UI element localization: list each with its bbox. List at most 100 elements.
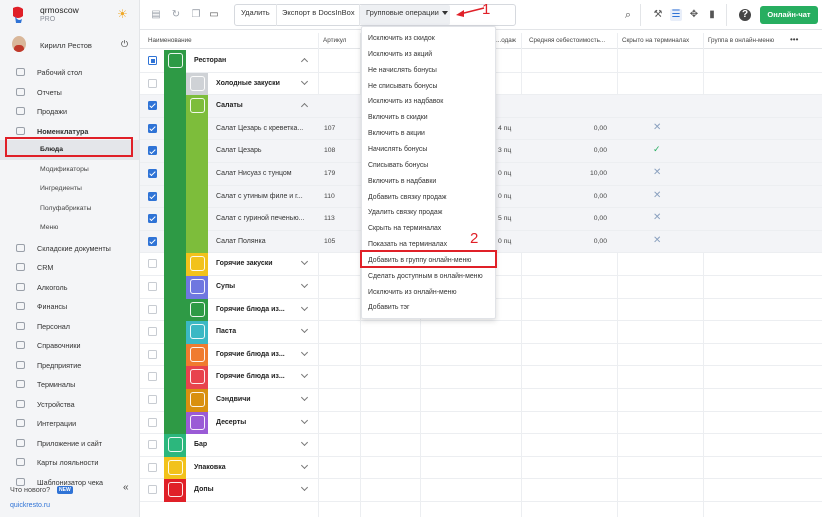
brand-block[interactable]: qrmoscow PRO ☀ xyxy=(0,0,140,30)
row-checkbox[interactable] xyxy=(148,169,157,178)
sidebar-item[interactable]: Устройства xyxy=(0,394,140,414)
chevron-up-icon[interactable] xyxy=(300,57,309,66)
col-online-group[interactable]: Группа в онлайн-меню xyxy=(708,37,774,44)
chevron-down-icon[interactable] xyxy=(300,393,309,402)
col-hidden-terminals[interactable]: Скрыто на терминалах xyxy=(622,37,689,44)
sidebar-item[interactable]: Продажи xyxy=(0,101,140,121)
menu-item[interactable]: Добавить тэг xyxy=(362,300,497,316)
menu-item[interactable]: Удалить связку продаж xyxy=(362,205,497,221)
table-row[interactable]: Десерты xyxy=(140,411,822,435)
chevron-down-icon[interactable] xyxy=(300,461,309,469)
sidebar-item[interactable]: CRM xyxy=(0,257,140,277)
row-checkbox[interactable] xyxy=(148,395,157,404)
whats-new-link[interactable]: Что нового? xyxy=(10,485,50,494)
row-checkbox[interactable] xyxy=(148,123,157,133)
chevron-down-icon[interactable] xyxy=(300,326,309,334)
menu-item[interactable]: Исключить из акций xyxy=(362,47,497,63)
move-icon[interactable]: ✥ xyxy=(688,9,700,21)
sidebar-item[interactable]: Финансы xyxy=(0,296,140,316)
chevron-down-icon[interactable] xyxy=(300,416,309,424)
menu-item[interactable]: Начислять бонусы xyxy=(362,142,497,158)
table-row[interactable]: Сэндвичи xyxy=(140,389,822,412)
refresh-icon[interactable]: ↻ xyxy=(170,9,182,21)
table-row[interactable]: Горячие блюда из... xyxy=(140,366,822,389)
menu-item[interactable]: Не начислять бонусы xyxy=(362,63,497,79)
row-checkbox[interactable] xyxy=(148,191,157,201)
row-checkbox[interactable] xyxy=(148,56,157,65)
sidebar-item[interactable]: Рабочий стол xyxy=(0,62,140,82)
chevron-down-icon[interactable] xyxy=(300,348,309,356)
table-row[interactable]: Горячие блюда из... xyxy=(140,343,822,367)
table-row[interactable]: Бар xyxy=(140,434,822,457)
row-checkbox[interactable] xyxy=(148,440,157,450)
search-icon[interactable]: ⌕ xyxy=(622,9,634,21)
sidebar-item[interactable]: Персонал xyxy=(0,316,140,336)
more-columns-icon[interactable]: ••• xyxy=(790,35,798,44)
menu-item[interactable]: Включить в скидки xyxy=(362,110,497,126)
table-row[interactable]: Допы xyxy=(140,479,822,502)
sidebar-item[interactable]: Предприятие xyxy=(0,355,140,375)
row-checkbox[interactable] xyxy=(148,282,157,291)
col-name[interactable]: Наименование xyxy=(148,37,192,44)
sidebar-item[interactable]: Меню xyxy=(0,218,140,238)
chevron-down-icon[interactable] xyxy=(300,439,309,447)
group-operations-button[interactable]: Групповые операции xyxy=(366,8,448,17)
sidebar-item[interactable]: Отчеты xyxy=(0,82,140,102)
menu-item[interactable]: Исключить из скидок xyxy=(362,31,497,47)
sidebar-item[interactable]: Терминалы xyxy=(0,374,140,394)
chevron-down-icon[interactable] xyxy=(300,484,309,492)
row-checkbox[interactable] xyxy=(148,485,157,495)
row-checkbox[interactable] xyxy=(148,372,157,382)
row-checkbox[interactable] xyxy=(148,349,157,359)
row-checkbox[interactable] xyxy=(148,214,157,224)
help-icon[interactable]: ? xyxy=(739,9,751,21)
sidebar-item[interactable]: Ингредиенты xyxy=(0,179,140,199)
row-checkbox[interactable] xyxy=(148,236,157,246)
chevron-up-icon[interactable] xyxy=(300,103,309,111)
save-icon[interactable]: ▤ xyxy=(150,9,162,21)
site-link[interactable]: quickresto.ru xyxy=(10,502,50,509)
sidebar-item[interactable]: Модификаторы xyxy=(0,160,140,180)
online-chat-button[interactable]: Онлайн-чат xyxy=(760,6,818,24)
trash-icon[interactable]: ▮ xyxy=(706,9,718,21)
row-checkbox[interactable] xyxy=(148,304,157,314)
delete-button[interactable]: Удалить xyxy=(241,8,270,17)
inbox-icon[interactable]: ▭ xyxy=(208,9,220,21)
sidebar-item[interactable]: Полуфабрикаты xyxy=(0,199,140,219)
row-checkbox[interactable] xyxy=(148,462,157,472)
menu-item[interactable]: Исключить из онлайн-меню xyxy=(362,285,497,301)
sidebar-item[interactable]: Складские документы xyxy=(0,238,140,258)
col-avg-cost[interactable]: Средняя себестоимость... xyxy=(529,37,605,44)
chevron-down-icon[interactable] xyxy=(300,280,309,289)
table-row[interactable]: Паста xyxy=(140,321,822,344)
collapse-sidebar-icon[interactable]: « xyxy=(123,482,129,493)
sidebar-item[interactable]: Приложение и сайт xyxy=(0,433,140,453)
menu-item[interactable]: Не списывать бонусы xyxy=(362,79,497,95)
menu-item[interactable]: Добавить связку продаж xyxy=(362,190,497,206)
menu-item[interactable]: Исключить из надбавок xyxy=(362,94,497,110)
list-view-icon[interactable]: ☰ xyxy=(670,9,682,21)
row-checkbox[interactable] xyxy=(148,101,157,111)
chevron-down-icon[interactable] xyxy=(300,371,309,379)
copy-icon[interactable]: ❐ xyxy=(190,9,202,21)
menu-item[interactable]: Сделать доступным в онлайн-меню xyxy=(362,269,497,285)
chevron-down-icon[interactable] xyxy=(300,303,309,311)
menu-item[interactable]: Включить в надбавки xyxy=(362,174,497,190)
row-checkbox[interactable] xyxy=(148,259,157,269)
export-docsinbox-button[interactable]: Экспорт в DocsInBox xyxy=(282,8,355,17)
sidebar-item[interactable]: Алкоголь xyxy=(0,277,140,297)
col-article[interactable]: Артикул xyxy=(323,37,346,44)
row-checkbox[interactable] xyxy=(148,327,157,337)
user-block[interactable]: Кирилл Рестов ⏻ xyxy=(0,34,140,56)
chevron-down-icon[interactable] xyxy=(300,258,309,266)
sidebar-item[interactable]: Справочники xyxy=(0,335,140,355)
sidebar-item[interactable]: Интеграции xyxy=(0,413,140,433)
col-sold[interactable]: ...одаж xyxy=(496,37,516,44)
table-row[interactable]: Упаковка xyxy=(140,456,822,480)
sun-icon[interactable]: ☀ xyxy=(117,7,128,21)
sidebar-item[interactable]: Карты лояльности xyxy=(0,452,140,472)
row-checkbox[interactable] xyxy=(148,78,157,88)
chevron-down-icon[interactable] xyxy=(300,77,309,85)
power-icon[interactable]: ⏻ xyxy=(121,39,128,50)
row-checkbox[interactable] xyxy=(148,146,157,156)
